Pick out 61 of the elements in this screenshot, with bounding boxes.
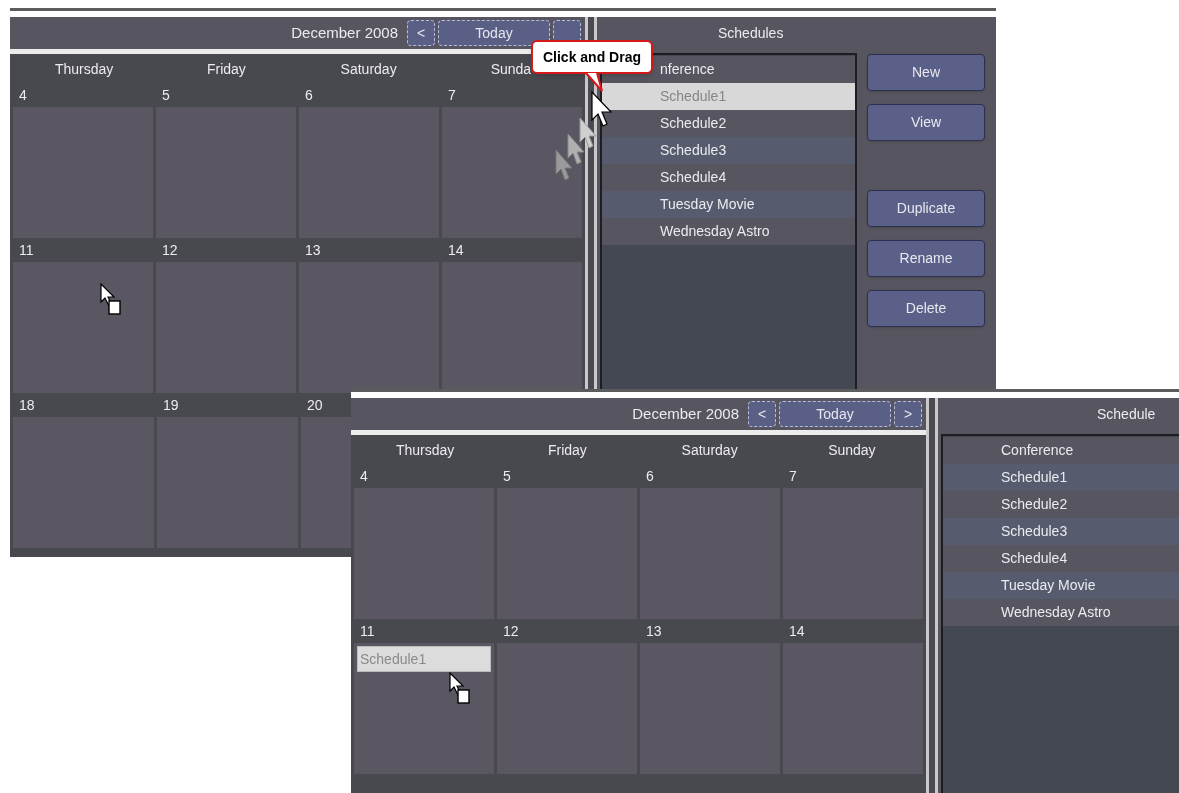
date-label: 13 — [305, 240, 321, 260]
date-label: 4 — [360, 466, 368, 486]
weekday-label: Saturday — [681, 441, 738, 460]
schedule-item[interactable]: Schedule3 — [602, 137, 855, 164]
previous-button[interactable]: < — [748, 401, 776, 427]
day-cell[interactable] — [13, 262, 153, 393]
schedule-item[interactable]: Schedule2 — [602, 110, 855, 137]
date-label: 14 — [448, 240, 464, 260]
date-label: 11 — [360, 621, 375, 641]
schedule-item[interactable]: Schedule2 — [943, 491, 1179, 518]
action-button[interactable]: Rename — [867, 240, 985, 277]
panel-title: Schedules — [718, 23, 784, 43]
date-label: 12 — [162, 240, 178, 260]
date-label: 18 — [19, 395, 35, 415]
day-cell[interactable] — [299, 262, 439, 393]
schedule-item[interactable]: Schedule1 — [943, 464, 1179, 491]
date-label: 6 — [305, 85, 313, 105]
date-label: 5 — [503, 466, 511, 486]
schedule-item[interactable]: Wednesday Astro — [943, 599, 1179, 626]
action-button[interactable]: View — [867, 104, 985, 141]
weekday-label: Thursday — [395, 441, 455, 460]
date-label: 19 — [163, 395, 179, 415]
date-label: 11 — [19, 240, 34, 260]
schedule-item[interactable]: Tuesday Movie — [943, 572, 1179, 599]
action-button[interactable]: Delete — [867, 290, 985, 327]
weekday-label: Friday — [547, 441, 587, 460]
next-button[interactable]: > — [894, 401, 922, 427]
schedule-item[interactable]: Conference — [943, 437, 1179, 464]
weekday-label: Sunday — [828, 441, 876, 460]
previous-button[interactable]: < — [407, 20, 435, 46]
today-button[interactable]: Today — [438, 20, 550, 46]
schedule-item[interactable]: Schedule4 — [602, 164, 855, 191]
drag-cursor-icon — [100, 283, 122, 315]
date-label: 5 — [162, 85, 170, 105]
date-label: 20 — [307, 395, 323, 415]
date-label: 7 — [448, 85, 456, 105]
date-label: 12 — [503, 621, 519, 641]
schedule-item[interactable]: Wednesday Astro — [602, 218, 855, 245]
date-label: 4 — [19, 85, 27, 105]
schedule-item[interactable]: Tuesday Movie — [602, 191, 855, 218]
action-button[interactable]: Duplicate — [867, 190, 985, 227]
date-label: 13 — [646, 621, 662, 641]
schedule-item[interactable]: Schedule4 — [943, 545, 1179, 572]
panel-title: Schedule — [1097, 404, 1156, 424]
action-button[interactable]: New — [867, 54, 985, 91]
date-label: 7 — [789, 466, 797, 486]
month-title: December 2008 — [291, 22, 398, 43]
drag-cursor-icon — [449, 672, 471, 704]
day-cell[interactable] — [301, 417, 351, 548]
schedule-item[interactable]: Schedule3 — [943, 518, 1179, 545]
date-label: 14 — [789, 621, 805, 641]
weekday-label: Saturday — [340, 60, 397, 79]
weekday-label: Thursday — [54, 60, 114, 79]
splitter-bar[interactable] — [926, 398, 938, 793]
callout-tooltip-pointer — [585, 72, 603, 92]
today-button[interactable]: Today — [779, 401, 891, 427]
weekday-label: Friday — [206, 60, 246, 79]
day-cell[interactable] — [442, 107, 582, 238]
weekday-label: Sunda — [490, 60, 532, 79]
month-title: December 2008 — [632, 403, 739, 424]
date-label: 6 — [646, 466, 654, 486]
